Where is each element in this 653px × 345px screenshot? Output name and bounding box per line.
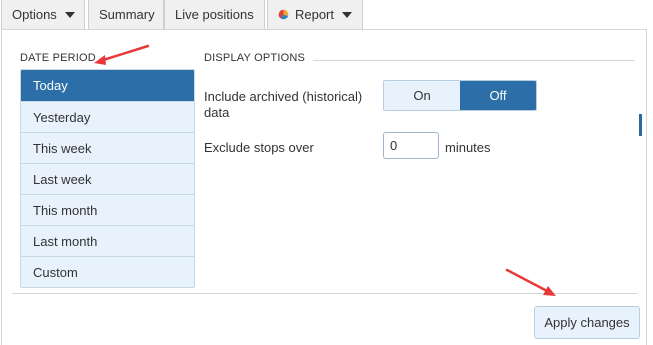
- toggle-off-button[interactable]: Off: [460, 81, 536, 110]
- date-period-custom[interactable]: Custom: [21, 256, 194, 287]
- apply-changes-button[interactable]: Apply changes: [534, 306, 640, 339]
- options-label: Options: [12, 7, 57, 22]
- top-toolbar: Options Summary Live positions Report: [0, 0, 653, 30]
- date-period-yesterday[interactable]: Yesterday: [21, 101, 194, 132]
- date-period-this-month[interactable]: This month: [21, 194, 194, 225]
- chevron-down-icon: [64, 11, 75, 18]
- chevron-down-icon: [342, 11, 352, 18]
- date-period-list: Today Yesterday This week Last week This…: [20, 69, 195, 288]
- app-page: Options Summary Live positions Report DA…: [0, 0, 653, 345]
- display-options-title: DISPLAY OPTIONS: [204, 52, 314, 64]
- date-period-last-month[interactable]: Last month: [21, 225, 194, 256]
- pie-chart-icon: [278, 9, 289, 20]
- annotation-arrow-icon: [94, 44, 150, 65]
- exclude-stops-minutes-input[interactable]: [383, 132, 439, 159]
- include-archived-toggle: On Off: [383, 80, 537, 111]
- toggle-on-button[interactable]: On: [384, 81, 460, 110]
- live-positions-label: Live positions: [175, 7, 254, 22]
- live-positions-button[interactable]: Live positions: [164, 0, 265, 30]
- report-label: Report: [294, 7, 334, 22]
- exclude-stops-label: Exclude stops over: [204, 140, 314, 155]
- date-period-today[interactable]: Today: [21, 70, 194, 101]
- annotation-arrow-icon: [505, 268, 556, 296]
- include-archived-label: Include archived (historical) data: [204, 89, 363, 120]
- date-period-title: DATE PERIOD: [20, 52, 100, 64]
- summary-label: Summary: [99, 7, 155, 22]
- options-menu-button[interactable]: Options: [1, 0, 85, 30]
- date-period-this-week[interactable]: This week: [21, 132, 194, 163]
- display-options-title-text: DISPLAY OPTIONS: [204, 52, 310, 64]
- report-menu-button[interactable]: Report: [267, 0, 363, 30]
- background-edge-marker: [639, 114, 642, 136]
- minutes-unit-label: minutes: [445, 140, 491, 155]
- summary-button[interactable]: Summary: [88, 0, 164, 30]
- date-period-last-week[interactable]: Last week: [21, 163, 194, 194]
